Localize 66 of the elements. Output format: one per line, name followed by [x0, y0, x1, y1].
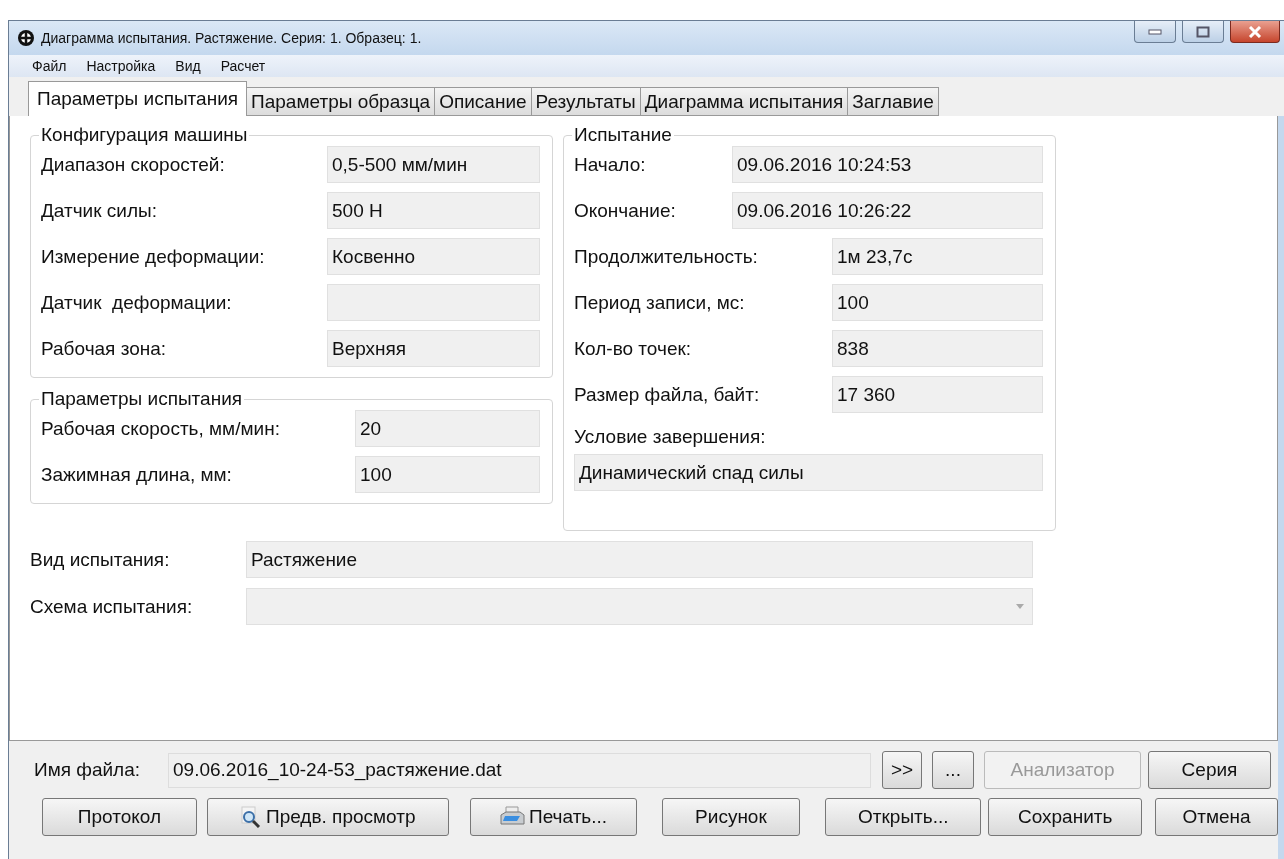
field-label: Рабочая зона:	[41, 337, 168, 360]
readonly-field: 1м 23,7с	[832, 238, 1043, 275]
button[interactable]: >>	[882, 751, 922, 789]
field-label: Вид испытания:	[30, 548, 171, 571]
field-label: Условие завершения:	[574, 426, 767, 448]
window-title: Диаграмма испытания. Растяжение. Серия: 1. Образец: 1.	[41, 30, 422, 46]
menu-item[interactable]: Вид	[175, 58, 201, 74]
field-label: Диапазон скоростей:	[41, 153, 226, 176]
readonly-field: 100	[355, 456, 540, 493]
readonly-field: 838	[832, 330, 1043, 367]
menu-item[interactable]: Настройка	[86, 58, 156, 74]
group-title: Испытание	[573, 124, 673, 146]
readonly-field: Косвенно	[327, 238, 540, 275]
field-label: Датчик деформации:	[41, 291, 233, 314]
field-label: Рабочая скорость, мм/мин:	[41, 417, 281, 440]
readonly-field: 09.06.2016 10:24:53	[732, 146, 1043, 183]
tab[interactable]: Результаты	[531, 87, 641, 116]
tab[interactable]: Параметры испытания	[28, 81, 248, 116]
magnifier-icon	[240, 806, 262, 828]
button[interactable]: Протокол	[42, 798, 197, 836]
field-label: Размер файла, байт:	[574, 383, 761, 406]
field-label: Измерение деформации:	[41, 245, 266, 268]
field-label: Датчик силы:	[41, 199, 158, 222]
button[interactable]: Предв. просмотр	[206, 798, 449, 836]
field-label: Окончание:	[574, 199, 677, 222]
close-icon	[1247, 25, 1263, 38]
group-title: Параметры испытания	[40, 388, 244, 410]
readonly-field: Верхняя	[327, 330, 540, 367]
caret-icon	[1016, 604, 1024, 609]
readonly-field: Динамический спад силы	[574, 454, 1043, 491]
button[interactable]: Серия	[1148, 751, 1271, 789]
readonly-field: 17 360	[832, 376, 1043, 413]
printer-icon	[499, 806, 526, 828]
readonly-field: 20	[355, 410, 540, 447]
group-title: Конфигурация машины	[40, 124, 249, 146]
menu-item[interactable]: Файл	[32, 58, 67, 74]
field-label: Кол-во точек:	[574, 337, 693, 360]
button[interactable]: Отмена	[1155, 798, 1278, 836]
minimize-icon	[1148, 28, 1162, 35]
field-label: Начало:	[574, 153, 647, 176]
readonly-field: 100	[832, 284, 1043, 321]
field-label: Период записи, мс:	[574, 291, 746, 314]
button[interactable]: Печать...	[469, 798, 637, 836]
maximize-icon	[1196, 25, 1210, 38]
minimize-button[interactable]	[1134, 21, 1176, 43]
button[interactable]: Открыть...	[825, 798, 982, 836]
tab[interactable]: Описание	[435, 87, 532, 116]
field-label: Имя файла:	[34, 759, 142, 781]
menu-item[interactable]: Расчет	[220, 58, 266, 74]
button[interactable]: Сохранить	[988, 798, 1143, 836]
readonly-field: 0,5-500 мм/мин	[327, 146, 540, 183]
tab[interactable]: Заглавие	[848, 87, 939, 116]
button[interactable]: ...	[932, 751, 974, 789]
tab[interactable]: Диаграмма испытания	[640, 87, 849, 116]
readonly-field: 09.06.2016 10:26:22	[732, 192, 1043, 229]
button[interactable]: Рисунок	[661, 798, 801, 836]
tab[interactable]: Параметры образца	[247, 87, 436, 116]
maximize-button[interactable]	[1182, 21, 1224, 43]
readonly-field: Растяжение	[246, 541, 1033, 578]
app-icon	[17, 29, 35, 47]
field-label: Зажимная длина, мм:	[41, 463, 233, 486]
readonly-field: 500 Н	[327, 192, 540, 229]
filename-field: 09.06.2016_10-24-53_растяжение.dat	[168, 752, 871, 788]
field-label: Схема испытания:	[30, 595, 194, 618]
close-button[interactable]	[1230, 21, 1280, 43]
field-label: Продолжительность:	[574, 245, 759, 268]
